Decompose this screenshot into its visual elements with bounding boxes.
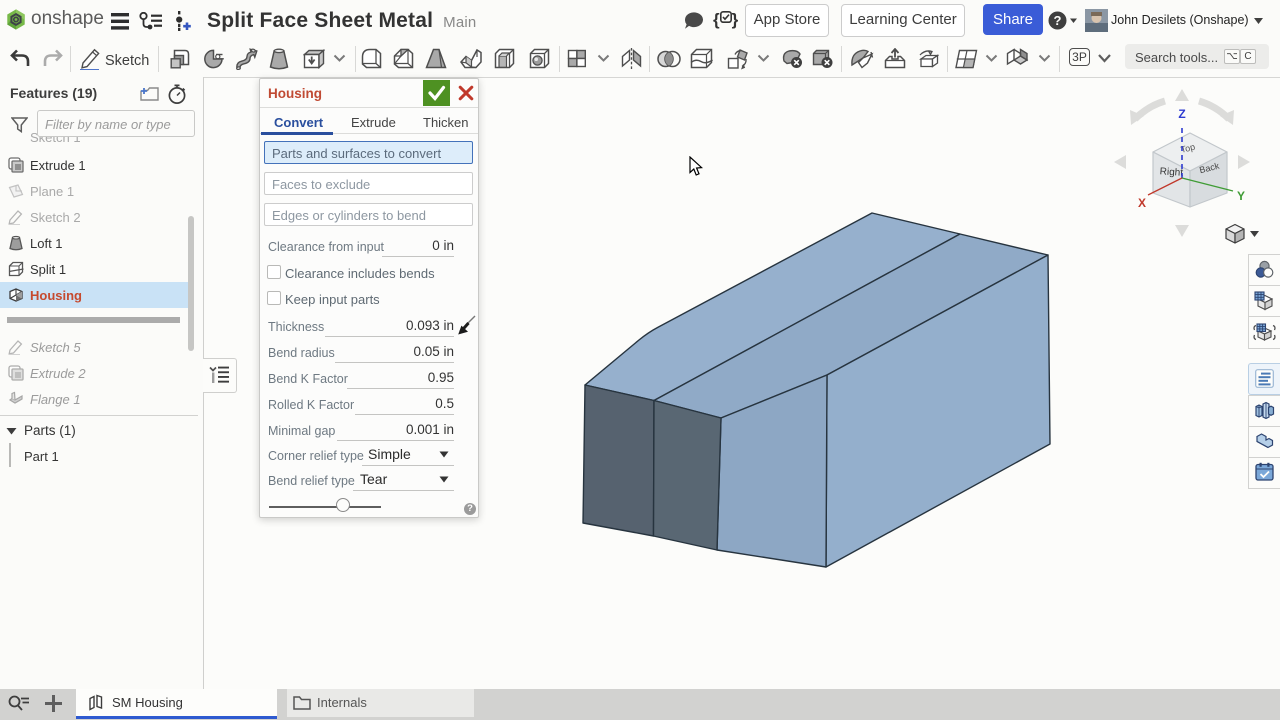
svg-text:Z: Z	[1178, 107, 1185, 121]
svg-text:?: ?	[1054, 13, 1062, 28]
svg-text:X: X	[1138, 196, 1146, 210]
svg-text:Y: Y	[1237, 189, 1245, 203]
svg-text:Right: Right	[1159, 166, 1183, 179]
